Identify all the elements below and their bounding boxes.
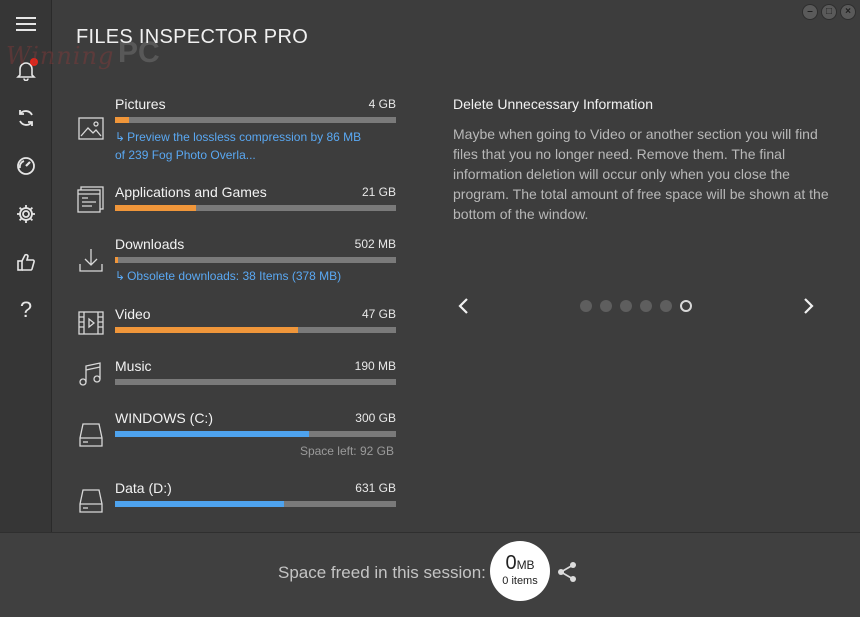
category-name: Downloads	[115, 236, 185, 252]
usage-bar	[115, 117, 396, 123]
drive-name: Data (D:)	[115, 480, 172, 496]
space-left-label: Space left: 92 GB	[299, 444, 394, 458]
category-video[interactable]: Video 47 GB	[76, 306, 398, 336]
minimize-icon: –	[807, 6, 813, 17]
previous-tip-button[interactable]	[454, 296, 474, 316]
usage-bar-fill	[115, 117, 130, 123]
notifications-button[interactable]	[0, 50, 52, 90]
usage-bar-fill	[115, 257, 118, 263]
usage-bar	[115, 327, 396, 333]
space-freed-counter: 0MB 0 items	[490, 541, 550, 601]
drive-d[interactable]: Data (D:) 631 GB	[76, 480, 398, 514]
category-size: 4 GB	[368, 97, 396, 111]
usage-bar-fill	[115, 327, 298, 333]
category-size: 47 GB	[361, 307, 396, 321]
space-freed-label: Space freed in this session:	[278, 563, 486, 582]
maximize-icon: □	[825, 6, 833, 17]
image-icon	[78, 117, 104, 140]
pager-dot[interactable]	[680, 300, 692, 312]
pager-dot[interactable]	[600, 300, 612, 312]
gear-icon	[17, 205, 35, 223]
menu-icon	[16, 17, 36, 31]
maximize-button[interactable]: □	[821, 4, 837, 20]
app-window: ? Winning PC – □ × FILES INSPECTOR PRO P…	[0, 0, 860, 617]
next-tip-button[interactable]	[798, 296, 818, 316]
pager-dot[interactable]	[580, 300, 592, 312]
compression-preview-link[interactable]: ↳ Preview the lossless compression by 86 …	[115, 128, 361, 164]
drive-size: 300 GB	[355, 411, 396, 425]
info-text: Maybe when going to Video or another sec…	[453, 126, 829, 222]
drive-size: 631 GB	[355, 481, 396, 495]
menu-button[interactable]	[0, 4, 52, 44]
category-name: Pictures	[115, 96, 166, 112]
performance-button[interactable]	[0, 146, 52, 186]
category-name: Applications and Games	[115, 184, 267, 200]
minimize-button[interactable]: –	[802, 4, 818, 20]
pager-dot[interactable]	[640, 300, 652, 312]
rate-button[interactable]	[0, 242, 52, 282]
hard-drive-icon	[79, 489, 103, 513]
compression-preview-text: Preview the lossless compression by 86 M…	[127, 130, 362, 144]
category-name: Music	[115, 358, 152, 374]
footer: Space freed in this session: 0MB 0 items	[0, 532, 860, 617]
usage-bar-fill	[115, 501, 284, 507]
applications-icon	[77, 186, 104, 213]
freed-items-count: 0 items	[502, 575, 538, 587]
help-button[interactable]: ?	[0, 290, 52, 330]
obsolete-downloads-link[interactable]: ↳ Obsolete downloads: 38 Items (378 MB)	[115, 267, 341, 285]
category-size: 502 MB	[354, 237, 396, 251]
category-name: Video	[115, 306, 151, 322]
category-pictures[interactable]: Pictures 4 GB ↳ Preview the lossless comp…	[76, 96, 398, 166]
usage-bar-fill	[115, 431, 309, 437]
usage-bar	[115, 205, 396, 211]
info-title: Delete Unnecessary Information	[453, 96, 653, 112]
obsolete-downloads-text: Obsolete downloads: 38 Items (378 MB)	[127, 269, 342, 283]
category-music[interactable]: Music 190 MB	[76, 358, 398, 388]
help-icon: ?	[19, 297, 33, 322]
share-icon[interactable]	[556, 561, 578, 583]
refresh-icon	[19, 110, 33, 126]
category-size: 190 MB	[354, 359, 396, 373]
window-controls: – □ ×	[802, 4, 856, 20]
hard-drive-icon	[79, 423, 103, 447]
sub-arrow-icon: ↳	[115, 269, 126, 283]
close-button[interactable]: ×	[840, 4, 856, 20]
tip-pager	[580, 300, 692, 312]
sub-arrow-icon: ↳	[115, 130, 126, 144]
compression-preview-text-2: of 239 Fog Photo Overla...	[115, 148, 256, 162]
refresh-button[interactable]	[0, 98, 52, 138]
music-note-icon	[79, 362, 101, 386]
notification-badge	[30, 58, 38, 66]
freed-unit: MB	[516, 558, 535, 572]
category-size: 21 GB	[361, 185, 396, 199]
usage-bar-fill	[115, 205, 197, 211]
film-icon	[78, 311, 104, 335]
drive-name: WINDOWS (C:)	[115, 410, 213, 426]
download-icon	[79, 249, 103, 272]
app-title: FILES INSPECTOR PRO	[76, 26, 309, 48]
pager-dot[interactable]	[620, 300, 632, 312]
drive-c[interactable]: WINDOWS (C:) 300 GB Space left: 92 GB	[76, 410, 398, 460]
speedometer-icon	[17, 157, 35, 175]
freed-number: 0	[505, 552, 517, 574]
settings-button[interactable]	[0, 194, 52, 234]
thumbs-up-icon	[17, 253, 35, 271]
space-freed-value: 0MB	[490, 552, 550, 576]
sidebar: ?	[0, 0, 52, 532]
pager-dot[interactable]	[660, 300, 672, 312]
category-applications[interactable]: Applications and Games 21 GB	[76, 184, 398, 214]
usage-bar	[115, 501, 396, 507]
usage-bar	[115, 257, 396, 263]
usage-bar	[115, 431, 396, 437]
category-downloads[interactable]: Downloads 502 MB ↳ Obsolete downloads: 38…	[76, 236, 398, 286]
usage-bar	[115, 379, 396, 385]
close-icon: ×	[845, 6, 851, 17]
